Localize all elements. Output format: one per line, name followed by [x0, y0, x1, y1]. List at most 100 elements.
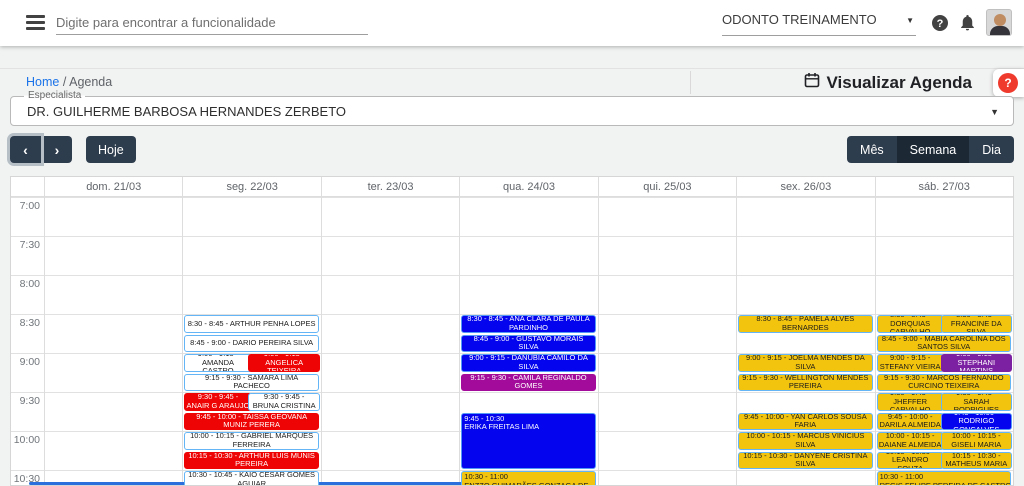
bell-icon[interactable] — [958, 13, 978, 33]
topbar: ODONTO TREINAMENTO ▼ ? — [0, 0, 1024, 46]
breadcrumb-home-link[interactable]: Home — [26, 75, 59, 89]
calendar-event[interactable]: 10:30 - 11:00REGIS FELIPE PEREIRA DE CAS… — [877, 471, 1011, 486]
menu-icon[interactable] — [26, 15, 45, 30]
today-button[interactable]: Hoje — [86, 136, 136, 163]
event-label: 8:30 - 8:45 - ARTHUR PENHA LOPES — [185, 320, 317, 329]
calendar-event[interactable]: 10:15 - 10:30 - ARTHUR LUIS MUNIS PEREIR… — [184, 452, 318, 470]
time-label: 10:00 — [11, 434, 40, 446]
calendar-event[interactable]: 8:30 - 8:45 - ANA CLARA DE PAULA PARDINH… — [461, 315, 595, 333]
search-input[interactable] — [56, 11, 368, 35]
event-label: 9:30 - 9:45 - ANAIR G ARAUJO — [185, 393, 250, 410]
event-label: 10:00 - 10:15 - DAIANE ALMEIDA — [878, 432, 943, 449]
event-label: 9:15 - 9:30 - WELLINGTON MENDES PEREIRA — [739, 374, 871, 391]
event-label: 8:30 - 8:45 - ANA CLARA DE PAULA PARDINH… — [462, 315, 594, 332]
calendar-event[interactable]: 8:30 - 8:45 - DORQUIAS CARVALHO — [877, 315, 944, 333]
page-title: Visualizar Agenda — [804, 72, 973, 93]
event-label: 9:45 - 10:00 - YAN CARLOS SOUSA FARIA — [739, 413, 871, 430]
time-label: 8:30 — [11, 317, 40, 329]
calendar-event[interactable]: 9:45 - 10:00 - DARILA ALMEIDA — [877, 413, 944, 431]
calendar-event[interactable]: 8:30 - 8:45 - ARTHUR PENHA LOPES — [184, 315, 318, 333]
calendar-event[interactable]: 9:15 - 9:30 - SAMARA LIMA PACHECO — [184, 374, 318, 392]
calendar-event[interactable]: 10:00 - 10:15 - GISELI MARIA — [941, 432, 1012, 450]
day-column[interactable] — [598, 197, 736, 486]
calendar-event[interactable]: 8:45 - 9:00 - DARIO PEREIRA SILVA — [184, 335, 318, 353]
clinic-selector[interactable]: ODONTO TREINAMENTO ▼ — [722, 12, 916, 36]
time-label: 7:30 — [11, 239, 40, 251]
user-avatar[interactable] — [986, 9, 1012, 36]
calendar-event[interactable]: 9:45 - 10:00 - TAISSA GEOVANA MUNIZ PERE… — [184, 413, 318, 431]
calendar-event[interactable]: 9:00 - 9:15 - STEPHANI MARTINS — [941, 354, 1012, 372]
calendar-event[interactable]: 10:00 - 10:15 - DAIANE ALMEIDA — [877, 432, 944, 450]
calendar-event[interactable]: 9:45 - 10:00 - YAN CARLOS SOUSA FARIA — [738, 413, 872, 431]
chevron-down-icon: ▼ — [906, 16, 914, 25]
floating-help-button[interactable]: ? — [993, 69, 1024, 97]
calendar-event[interactable]: 10:15 - 10:30 - DANYENE CRISTINA SILVA — [738, 452, 872, 470]
event-label: 8:30 - 8:45 - FRANCINE DA SILVA — [942, 315, 1011, 333]
calendar-event[interactable]: 9:15 - 9:30 - MARCOS FERNANDO CURCINO TE… — [877, 374, 1011, 392]
calendar-event[interactable]: 9:30 - 9:45 - BRUNA CRISTINA — [248, 393, 319, 411]
calendar-event[interactable]: 9:00 - 9:15 - STEFANY VIEIRA — [877, 354, 944, 372]
event-label: 8:45 - 9:00 - MABIA CAROLINA DOS SANTOS … — [878, 335, 1010, 352]
calendar-event[interactable]: 10:15 - 10:30 - LEANDRO SOUZA — [877, 452, 944, 470]
event-label: 9:30 - 9:45 - BRUNA CRISTINA — [249, 393, 318, 410]
event-label: 9:00 - 9:15 - JOELMA MENDES DA SILVA — [739, 354, 871, 371]
event-label: 9:00 - 9:15 - AMANDA CASTRO — [185, 354, 250, 372]
view-button-dia[interactable]: Dia — [969, 136, 1014, 163]
breadcrumb-bar: Home / Agenda Visualizar Agenda ? — [0, 68, 1024, 95]
prev-next-group: ‹› — [10, 136, 72, 163]
help-icon[interactable]: ? — [930, 13, 950, 33]
view-button-mês[interactable]: Mês — [847, 136, 897, 163]
event-label: 10:15 - 10:30 - MATHEUS MARIA — [942, 452, 1011, 469]
calendar-event[interactable]: 9:00 - 9:15 - AMANDA CASTRO — [184, 354, 251, 372]
calendar-event[interactable]: 8:45 - 9:00 - GUSTAVO MORAIS SILVA — [461, 335, 595, 353]
event-label: 8:45 - 9:00 - GUSTAVO MORAIS SILVA — [462, 335, 594, 352]
calendar-icon — [804, 72, 820, 93]
calendar-event[interactable]: 8:30 - 8:45 - FRANCINE DA SILVA — [941, 315, 1012, 333]
calendar-event[interactable]: 9:15 - 9:30 - CAMILA REGINALDO GOMES — [461, 374, 595, 392]
day-column[interactable]: 8:30 - 8:45 - ARTHUR PENHA LOPES 8:45 - 9… — [182, 197, 320, 486]
time-label: 9:30 — [11, 395, 40, 407]
calendar-event[interactable]: 10:30 - 11:00ENZZO GUIMARÃES GONZAGA DE — [461, 471, 595, 486]
day-column[interactable]: 8:30 - 8:45 - PÂMELA ALVES BERNARDES 9:00… — [736, 197, 874, 486]
day-header: seg. 22/03 — [182, 177, 320, 196]
calendar-event[interactable]: 9:45 - 10:00 - RODRIGO GONÇALVES — [941, 413, 1012, 431]
calendar-event[interactable]: 9:45 - 10:30ERIKA FREITAS LIMA — [461, 413, 595, 470]
event-label: REGIS FELIPE PEREIRA DE CASTRO — [880, 482, 1010, 486]
calendar-event[interactable]: 8:30 - 8:45 - PÂMELA ALVES BERNARDES — [738, 315, 872, 333]
calendar-event[interactable]: 9:15 - 9:30 - WELLINGTON MENDES PEREIRA — [738, 374, 872, 392]
next-week-button[interactable]: › — [41, 136, 72, 163]
svg-text:?: ? — [937, 18, 944, 30]
calendar-event[interactable]: 10:15 - 10:30 - MATHEUS MARIA — [941, 452, 1012, 470]
event-label: 10:15 - 10:30 - LEANDRO SOUZA — [878, 452, 943, 470]
clinic-selector-value: ODONTO TREINAMENTO — [722, 12, 877, 27]
event-label: ENZZO GUIMARÃES GONZAGA DE — [464, 482, 594, 486]
calendar-event[interactable]: 8:45 - 9:00 - MABIA CAROLINA DOS SANTOS … — [877, 335, 1011, 353]
time-gutter-header — [11, 177, 44, 196]
day-header: sáb. 27/03 — [875, 177, 1013, 196]
previous-week-button[interactable]: ‹ — [10, 136, 41, 163]
event-label: 10:00 - 10:15 - MARCUS VINICIUS SILVA — [739, 432, 871, 449]
event-label: 10:15 - 10:30 - ARTHUR LUIS MUNIS PEREIR… — [185, 452, 317, 469]
calendar-event[interactable]: 9:00 - 9:15 - DANUBIA CAMILO DA SILVA — [461, 354, 595, 372]
event-label: 8:30 - 8:45 - DORQUIAS CARVALHO — [878, 315, 943, 333]
view-button-semana[interactable]: Semana — [897, 136, 970, 163]
calendar-event[interactable]: 10:00 - 10:15 - MARCUS VINICIUS SILVA — [738, 432, 872, 450]
calendar-event[interactable]: 9:00 - 9:15 - JOELMA MENDES DA SILVA — [738, 354, 872, 372]
event-label: 10:30 - 10:45 - KAIO CESAR GOMES AGUIAR — [185, 471, 317, 486]
day-header: qui. 25/03 — [598, 177, 736, 196]
calendar-event[interactable]: 9:30 - 9:45 - ANAIR G ARAUJO — [184, 393, 251, 411]
calendar-event[interactable]: 10:30 - 10:45 - KAIO CESAR GOMES AGUIAR — [184, 471, 318, 486]
event-label: 9:00 - 9:15 - ANGELICA TEIXEIRA — [249, 354, 318, 372]
calendar-toolbar: ‹› Hoje MêsSemanaDia — [10, 136, 1014, 164]
specialist-select[interactable]: Especialista DR. GUILHERME BARBOSA HERNA… — [10, 96, 1014, 126]
calendar-event[interactable]: 10:00 - 10:15 - GABRIEL MARQUES FERREIRA — [184, 432, 318, 450]
calendar-event[interactable]: 9:30 - 9:45 - SARAH RODRIGUES — [941, 393, 1012, 411]
day-header: ter. 23/03 — [321, 177, 459, 196]
calendar: dom. 21/03seg. 22/03ter. 23/03qua. 24/03… — [10, 176, 1014, 486]
day-column[interactable] — [321, 197, 459, 486]
calendar-event[interactable]: 9:30 - 9:45 - JHEFFER CARVALHO — [877, 393, 944, 411]
calendar-event[interactable]: 9:00 - 9:15 - ANGELICA TEIXEIRA — [248, 354, 319, 372]
day-column[interactable] — [44, 197, 182, 486]
day-column[interactable]: 8:30 - 8:45 - DORQUIAS CARVALHO8:30 - 8:… — [875, 197, 1013, 486]
day-column[interactable]: 8:30 - 8:45 - ANA CLARA DE PAULA PARDINH… — [459, 197, 597, 486]
